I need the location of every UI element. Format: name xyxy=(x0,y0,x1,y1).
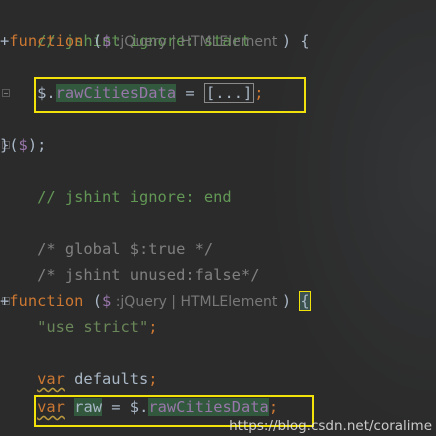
semicolon: ; xyxy=(148,370,158,388)
type-hint: :jQuery | HTMLElement xyxy=(111,294,282,310)
type-hint: :jQuery | HTMLElement xyxy=(111,34,282,50)
param-dollar: $ xyxy=(101,292,112,310)
matched-brace: { xyxy=(299,291,311,311)
highlight-box xyxy=(34,77,306,113)
semicolon: ; xyxy=(148,318,158,336)
param-dollar: $ xyxy=(101,32,112,50)
close-paren-semi: ); xyxy=(27,136,47,154)
block-comment: /* jshint unused:false*/ xyxy=(37,266,260,284)
plus-operator: + xyxy=(0,292,10,310)
code-line-2: +function ($ :jQuery | HTMLElement ) { xyxy=(0,28,436,54)
close-paren-brace: ) { xyxy=(281,32,310,50)
var-keyword: var xyxy=(37,370,65,388)
open-paren: ( xyxy=(83,292,102,310)
code-line-7: // jshint ignore: end xyxy=(0,158,436,206)
arg-dollar: $ xyxy=(18,136,28,154)
code-line-15: var defaults; xyxy=(0,366,436,392)
watermark: https://blog.csdn.net/coralime xyxy=(229,418,432,434)
code-line-12: +function ($ :jQuery | HTMLElement ) { xyxy=(0,288,436,314)
code-line-9: /* global $:true */ xyxy=(0,210,436,258)
code-editor[interactable]: // jshint ignore: start +function ($ :jQ… xyxy=(0,0,436,436)
code-line-13: "use strict"; xyxy=(0,314,436,340)
plus-operator: + xyxy=(0,32,10,50)
defaults-identifier: defaults xyxy=(64,370,149,388)
code-line-10: /* jshint unused:false*/ xyxy=(0,236,436,284)
close-brace-paren: }( xyxy=(0,136,19,154)
function-keyword: function xyxy=(9,32,84,50)
use-strict-string: "use strict" xyxy=(37,318,149,336)
code-line-6: }($); xyxy=(0,132,436,158)
function-keyword: function xyxy=(9,292,84,310)
close-paren: ) xyxy=(281,292,301,310)
comment: // jshint ignore: end xyxy=(37,188,232,206)
code-line-1: // jshint ignore: start xyxy=(0,2,436,50)
open-paren: ( xyxy=(83,32,102,50)
